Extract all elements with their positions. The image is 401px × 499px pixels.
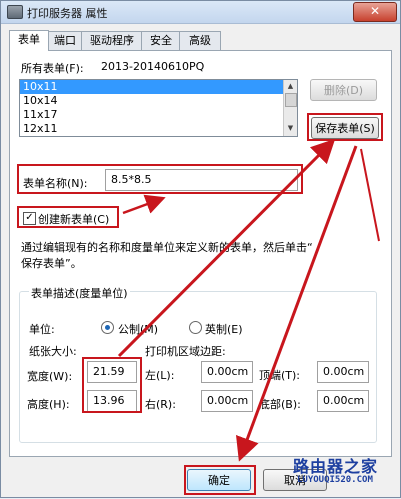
list-item[interactable]: 10x14 bbox=[20, 94, 297, 108]
bottom-margin-input[interactable]: 0.00cm bbox=[317, 390, 369, 412]
right-margin-label: 右(R): bbox=[145, 398, 176, 411]
print-server-properties-window: 打印服务器 属性 ✕ 表单 端口 驱动程序 安全 高级 所有表单(F): 201… bbox=[0, 0, 401, 498]
hint-text-line2: 保存表单”。 bbox=[21, 257, 82, 270]
radio-selected-dot bbox=[105, 325, 110, 330]
top-margin-label: 顶端(T): bbox=[259, 369, 301, 382]
highlight-create-new bbox=[17, 206, 119, 228]
watermark-url: LUYOUQI520.COM bbox=[297, 475, 373, 485]
english-radio[interactable] bbox=[189, 321, 202, 334]
metric-radio[interactable] bbox=[101, 321, 114, 334]
unit-label: 单位: bbox=[29, 323, 55, 336]
paper-size-label: 纸张大小: bbox=[29, 345, 77, 358]
list-item[interactable]: 11x17 bbox=[20, 108, 297, 122]
tab-forms[interactable]: 表单 bbox=[9, 30, 49, 51]
form-description-label: 表单描述(度量单位) bbox=[29, 285, 130, 301]
top-margin-input[interactable]: 0.00cm bbox=[317, 361, 369, 383]
left-margin-label: 左(L): bbox=[145, 369, 175, 382]
english-label: 英制(E) bbox=[205, 323, 243, 336]
right-margin-input[interactable]: 0.00cm bbox=[201, 390, 253, 412]
height-label: 高度(H): bbox=[27, 398, 70, 411]
bottom-margin-label: 底部(B): bbox=[259, 398, 301, 411]
forms-listbox[interactable]: 10x11 10x14 11x17 12x11 ▲ ▼ bbox=[19, 79, 298, 137]
width-label: 宽度(W): bbox=[27, 370, 73, 383]
printer-margins-label: 打印机区域边距: bbox=[145, 345, 226, 358]
metric-label: 公制(M) bbox=[118, 323, 159, 336]
highlight-form-name bbox=[17, 164, 303, 194]
close-button[interactable]: ✕ bbox=[353, 2, 397, 22]
printer-icon bbox=[7, 5, 23, 19]
highlight-ok-button bbox=[184, 465, 256, 495]
window-title: 打印服务器 属性 bbox=[27, 7, 108, 20]
scroll-down-icon[interactable]: ▼ bbox=[285, 123, 296, 134]
left-margin-input[interactable]: 0.00cm bbox=[201, 361, 253, 383]
tab-drivers[interactable]: 驱动程序 bbox=[81, 31, 143, 50]
scroll-up-icon[interactable]: ▲ bbox=[285, 81, 296, 92]
tab-advanced[interactable]: 高级 bbox=[179, 31, 221, 50]
tab-ports[interactable]: 端口 bbox=[47, 31, 83, 50]
server-name: 2013-20140610PQ bbox=[101, 60, 205, 73]
tab-security[interactable]: 安全 bbox=[141, 31, 181, 50]
list-item[interactable]: 10x11 bbox=[20, 80, 297, 94]
site-watermark: 路由器之家 LUYOUQI520.COM bbox=[293, 453, 399, 497]
watermark-main-text: 路由器之家 bbox=[293, 457, 379, 476]
scroll-thumb[interactable] bbox=[285, 93, 297, 107]
hint-text-line1: 通过编辑现有的名称和度量单位来定义新的表单，然后单击“ bbox=[21, 241, 313, 254]
highlight-size-inputs bbox=[82, 357, 142, 413]
list-scrollbar[interactable]: ▲ ▼ bbox=[283, 80, 297, 136]
delete-button[interactable]: 删除(D) bbox=[310, 79, 377, 101]
title-bar[interactable]: 打印服务器 属性 ✕ bbox=[1, 1, 400, 24]
highlight-save-button bbox=[307, 113, 383, 141]
list-item[interactable]: 12x11 bbox=[20, 122, 297, 136]
all-forms-label: 所有表单(F): bbox=[21, 62, 84, 75]
